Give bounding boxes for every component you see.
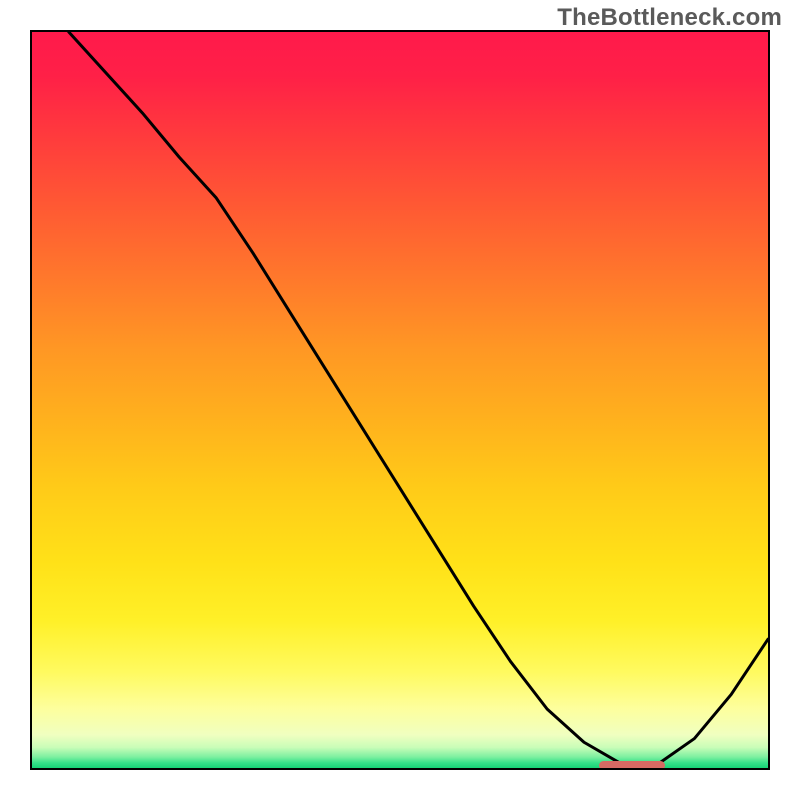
plot-area: [30, 30, 770, 770]
optimum-marker: [599, 761, 665, 770]
watermark-text: TheBottleneck.com: [557, 4, 782, 32]
curve-line: [32, 32, 768, 768]
